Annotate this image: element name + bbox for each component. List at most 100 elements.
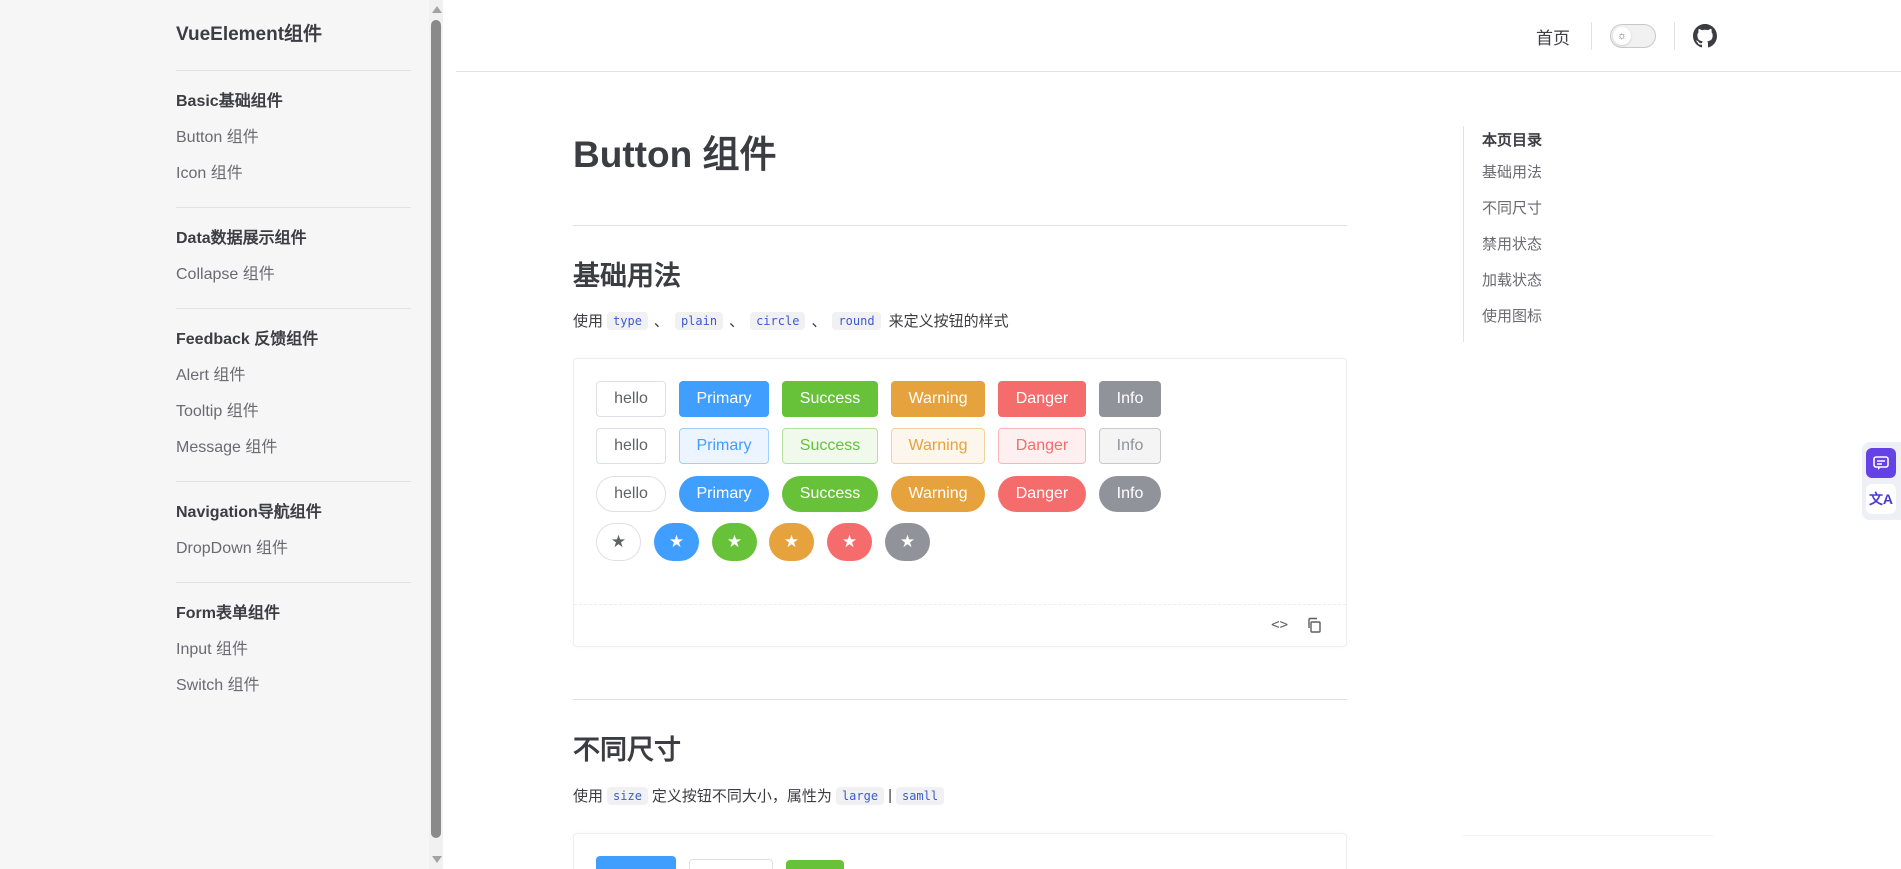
- section-desc-basic: 使用 type 、 plain 、 circle 、 round 来定义按钮的样…: [573, 310, 1009, 331]
- nav-home-link[interactable]: 首页: [1536, 24, 1570, 49]
- toc-item-loading[interactable]: 加载状态: [1482, 270, 1623, 292]
- copy-icon[interactable]: [1306, 617, 1322, 633]
- button-danger[interactable]: Danger: [998, 381, 1086, 417]
- scroll-up-arrow-icon[interactable]: [432, 6, 442, 13]
- nav-group-basic: Basic基础组件 Button 组件 Icon 组件: [176, 71, 411, 208]
- desc-sep: 、: [811, 313, 827, 330]
- section-desc-size: 使用 size 定义按钮不同大小，属性为 large | samll: [573, 785, 948, 806]
- sidebar-item-collapse[interactable]: Collapse 组件: [176, 262, 411, 288]
- button-round-info[interactable]: Info: [1099, 476, 1161, 512]
- sidebar-item-input[interactable]: Input 组件: [176, 637, 411, 663]
- divider: [1463, 835, 1713, 836]
- desc-sep: 、: [729, 313, 745, 330]
- inline-code: samll: [895, 786, 945, 805]
- nav-group-title: Navigation导航组件: [176, 504, 322, 521]
- button-circle-danger[interactable]: ★: [827, 523, 872, 561]
- nav-group-feedback: Feedback 反馈组件 Alert 组件 Tooltip 组件 Messag…: [176, 309, 411, 482]
- desc-text: 定义按钮不同大小，属性为: [651, 788, 832, 805]
- button-primary[interactable]: Primary: [679, 381, 769, 417]
- button-round-warning[interactable]: Warning: [891, 476, 985, 512]
- demo-toolbar: <>: [574, 605, 1346, 646]
- theme-toggle[interactable]: ☼: [1610, 24, 1656, 48]
- button-circle-warning[interactable]: ★: [769, 523, 814, 561]
- button-plain-success[interactable]: Success: [782, 428, 878, 464]
- github-icon[interactable]: [1693, 24, 1717, 48]
- button-plain-danger[interactable]: Danger: [998, 428, 1086, 464]
- star-icon: ★: [726, 532, 743, 551]
- section-title-basic: 基础用法: [573, 261, 681, 291]
- inline-code: size: [607, 786, 648, 805]
- sidebar-nav: VueElement组件 Basic基础组件 Button 组件 Icon 组件…: [176, 0, 411, 719]
- toc-item-disabled[interactable]: 禁用状态: [1482, 234, 1623, 256]
- divider: [1591, 22, 1592, 50]
- star-icon: ★: [668, 532, 685, 551]
- desc-sep: 、: [653, 313, 669, 330]
- button-info[interactable]: Info: [1099, 381, 1161, 417]
- floating-toolbar: 文A: [1862, 442, 1901, 520]
- divider: [1674, 22, 1675, 50]
- site-title[interactable]: VueElement组件: [176, 0, 411, 71]
- button-plain-default[interactable]: hello: [596, 428, 666, 464]
- star-icon: ★: [610, 532, 627, 551]
- button-round-danger[interactable]: Danger: [998, 476, 1086, 512]
- desc-text: 使用: [573, 313, 604, 330]
- top-nav: 首页 ☼: [456, 0, 1901, 72]
- desc-text: 使用: [573, 788, 604, 805]
- scroll-thumb[interactable]: [431, 20, 441, 838]
- nav-group-data: Data数据展示组件 Collapse 组件: [176, 208, 411, 309]
- button-warning[interactable]: Warning: [891, 381, 985, 417]
- code-toggle-icon[interactable]: <>: [1271, 617, 1288, 633]
- button-default[interactable]: [689, 859, 773, 869]
- button-plain-primary[interactable]: Primary: [679, 428, 769, 464]
- chat-icon[interactable]: [1866, 448, 1896, 478]
- toc-item-size[interactable]: 不同尺寸: [1482, 198, 1623, 220]
- translate-icon[interactable]: 文A: [1866, 484, 1896, 514]
- page-toc: 本页目录 基础用法 不同尺寸 禁用状态 加载状态 使用图标: [1463, 126, 1623, 342]
- sidebar-scrollbar[interactable]: [429, 0, 443, 869]
- nav-group-title: Basic基础组件: [176, 93, 283, 110]
- inline-code: type: [607, 311, 648, 330]
- toc-title: 本页目录: [1482, 132, 1543, 149]
- toc-item-icon[interactable]: 使用图标: [1482, 306, 1623, 328]
- button-circle-success[interactable]: ★: [712, 523, 757, 561]
- inline-code: round: [832, 311, 881, 330]
- sidebar-item-alert[interactable]: Alert 组件: [176, 363, 411, 389]
- sun-icon: ☼: [1613, 27, 1631, 45]
- button-circle-info[interactable]: ★: [885, 523, 930, 561]
- inline-code: plain: [674, 311, 724, 330]
- button-plain-warning[interactable]: Warning: [891, 428, 985, 464]
- button-success[interactable]: Success: [782, 381, 878, 417]
- button-round-default[interactable]: hello: [596, 476, 666, 512]
- star-icon: ★: [783, 532, 800, 551]
- divider: [573, 699, 1347, 700]
- star-icon: ★: [899, 532, 916, 551]
- button-circle-default[interactable]: ★: [596, 523, 641, 561]
- button-circle-primary[interactable]: ★: [654, 523, 699, 561]
- button-round-success[interactable]: Success: [782, 476, 878, 512]
- sidebar-item-tooltip[interactable]: Tooltip 组件: [176, 399, 411, 425]
- sidebar-item-switch[interactable]: Switch 组件: [176, 673, 411, 699]
- sidebar-item-icon[interactable]: Icon 组件: [176, 161, 411, 187]
- sidebar-item-message[interactable]: Message 组件: [176, 435, 411, 461]
- sidebar-item-button[interactable]: Button 组件: [176, 125, 411, 151]
- nav-group-form: Form表单组件 Input 组件 Switch 组件: [176, 583, 411, 719]
- page-title: Button 组件: [573, 134, 777, 175]
- desc-sep: |: [888, 787, 892, 804]
- demo-block-size: [573, 833, 1347, 869]
- sidebar: VueElement组件 Basic基础组件 Button 组件 Icon 组件…: [0, 0, 443, 869]
- button-default[interactable]: hello: [596, 381, 666, 417]
- nav-group-title: Data数据展示组件: [176, 230, 307, 247]
- nav-group-title: Form表单组件: [176, 605, 281, 622]
- demo-preview: hello Primary Success Warning Danger Inf…: [574, 359, 1346, 605]
- button-round-primary[interactable]: Primary: [679, 476, 769, 512]
- scroll-down-arrow-icon[interactable]: [432, 856, 442, 863]
- button-large-primary[interactable]: [596, 856, 676, 869]
- button-small-success[interactable]: [786, 860, 844, 869]
- sidebar-item-dropdown[interactable]: DropDown 组件: [176, 536, 411, 562]
- button-plain-info[interactable]: Info: [1099, 428, 1161, 464]
- nav-group-navigation: Navigation导航组件 DropDown 组件: [176, 482, 411, 583]
- toc-item-basic[interactable]: 基础用法: [1482, 162, 1623, 184]
- inline-code: large: [835, 786, 885, 805]
- demo-block: hello Primary Success Warning Danger Inf…: [573, 358, 1347, 647]
- nav-group-title: Feedback 反馈组件: [176, 331, 319, 348]
